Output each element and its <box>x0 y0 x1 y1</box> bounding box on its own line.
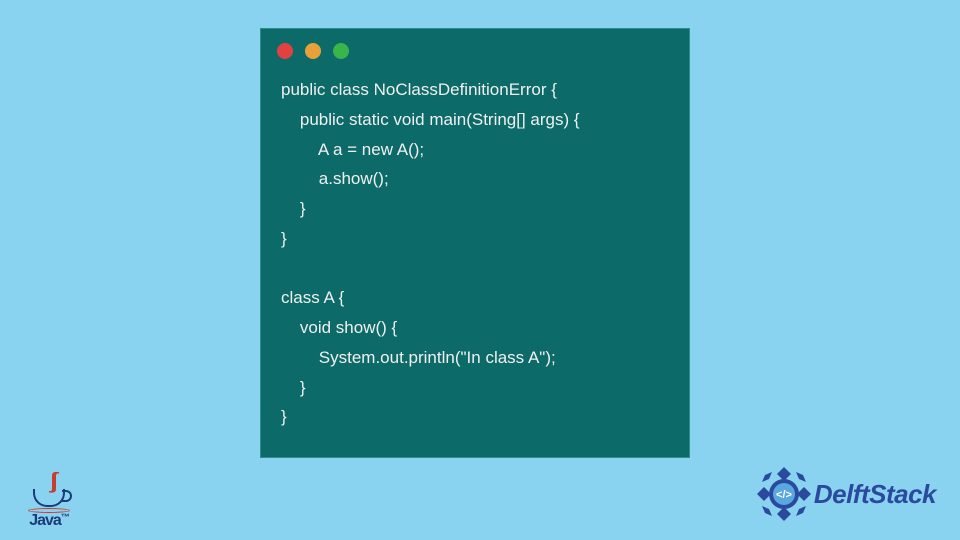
svg-text:</>: </> <box>776 489 792 501</box>
code-body: public class NoClassDefinitionError { pu… <box>261 65 689 452</box>
window-titlebar <box>261 29 689 65</box>
delftstack-label: DelftStack <box>814 479 936 510</box>
java-label: Java™ <box>28 512 70 530</box>
delftstack-badge-icon: </> <box>756 466 812 522</box>
close-dot-icon <box>277 43 293 59</box>
delftstack-logo: </> DelftStack <box>756 466 936 522</box>
minimize-dot-icon <box>305 43 321 59</box>
java-cup-icon <box>33 489 65 507</box>
java-logo: ∫∫ Java™ <box>28 474 70 530</box>
maximize-dot-icon <box>333 43 349 59</box>
code-window: public class NoClassDefinitionError { pu… <box>260 28 690 458</box>
java-steam-icon: ∫∫ <box>34 474 70 487</box>
